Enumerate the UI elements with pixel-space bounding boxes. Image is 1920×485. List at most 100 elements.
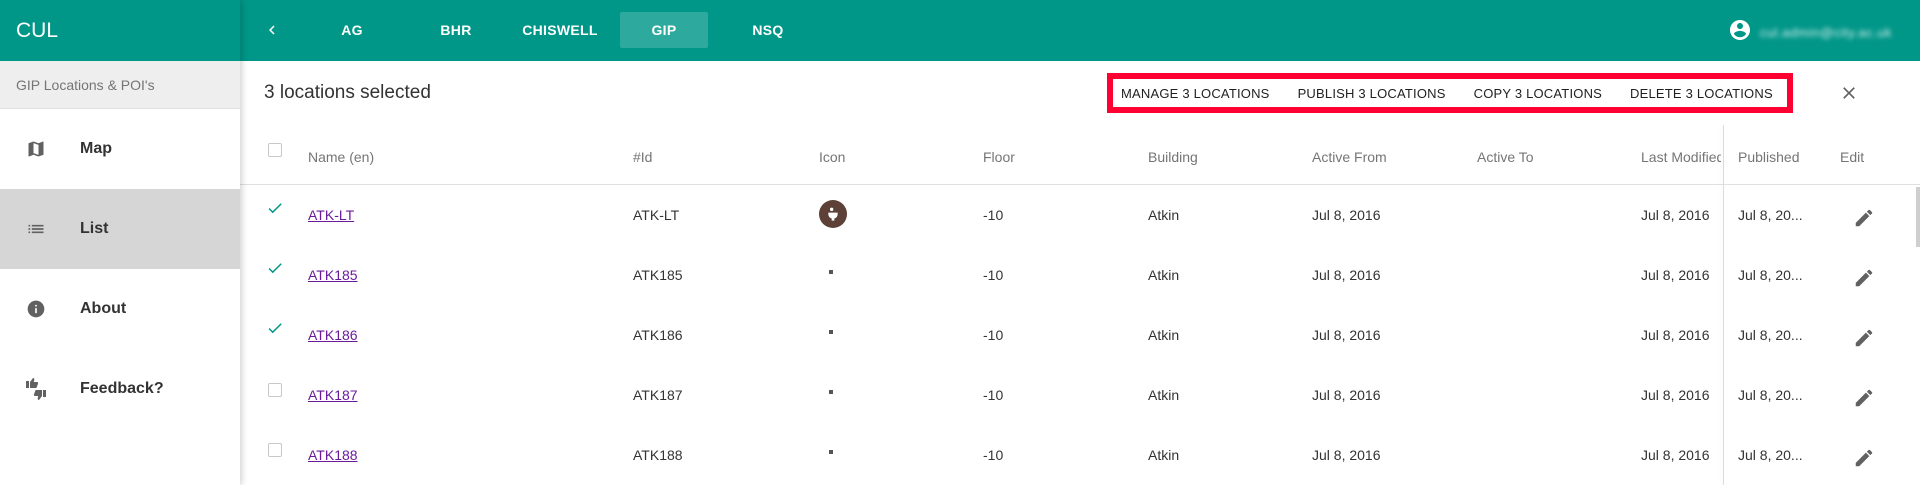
user-email: cul.admin@city.ac.uk	[1759, 25, 1892, 40]
row-checkbox[interactable]	[268, 443, 282, 457]
sidebar-subtitle: GIP Locations & POI's	[0, 61, 240, 109]
select-all-checkbox[interactable]	[268, 143, 282, 157]
selected-count: 3 locations selected	[264, 82, 431, 103]
site-tabs: AG BHR CHISWELL GIP NSQ	[308, 12, 828, 48]
location-id: ATK188	[633, 447, 683, 463]
location-building: Atkin	[1148, 207, 1180, 223]
location-building: Atkin	[1148, 267, 1180, 283]
sidebar-item-label: List	[80, 220, 109, 237]
list-icon	[24, 217, 48, 241]
column-header-id[interactable]: #Id	[633, 149, 652, 165]
location-published: Jul 8, 20...	[1738, 387, 1803, 403]
checked-icon[interactable]	[264, 259, 286, 277]
location-name-link[interactable]: ATK188	[308, 447, 358, 463]
location-building: Atkin	[1148, 327, 1180, 343]
location-name-link[interactable]: ATK186	[308, 327, 358, 343]
location-published: Jul 8, 20...	[1738, 267, 1803, 283]
sidebar-item-about[interactable]: About	[0, 269, 240, 349]
location-name-link[interactable]: ATK187	[308, 387, 358, 403]
sticky-column-divider	[1723, 125, 1724, 485]
tab-gip[interactable]: GIP	[620, 12, 708, 48]
copy-locations-button[interactable]: COPY 3 LOCATIONS	[1474, 86, 1602, 101]
publish-locations-button[interactable]: PUBLISH 3 LOCATIONS	[1298, 86, 1446, 101]
table-row[interactable]: ATK188 ATK188 -10 Atkin Jul 8, 2016 Jul …	[240, 425, 1920, 485]
location-building: Atkin	[1148, 387, 1180, 403]
location-id: ATK187	[633, 387, 683, 403]
table-row[interactable]: ATK187 ATK187 -10 Atkin Jul 8, 2016 Jul …	[240, 365, 1920, 425]
edit-pencil-icon[interactable]	[1853, 267, 1875, 289]
location-floor: -10	[983, 327, 1004, 343]
close-icon[interactable]	[1837, 81, 1861, 105]
sidebar-item-map[interactable]: Map	[0, 109, 240, 189]
location-last-modified: Jul 8, 2016	[1641, 207, 1710, 223]
sidebar-item-label: Map	[80, 140, 112, 157]
location-active-from: Jul 8, 2016	[1312, 267, 1381, 283]
table-row[interactable]: ATK-LT ATK-LT -10 Atkin Jul 8, 2016 Jul …	[240, 185, 1920, 245]
top-app-bar: AG BHR CHISWELL GIP NSQ cul.admin@city.a…	[240, 0, 1920, 61]
edit-pencil-icon[interactable]	[1853, 327, 1875, 349]
location-active-from: Jul 8, 2016	[1312, 447, 1381, 463]
location-active-from: Jul 8, 2016	[1312, 387, 1381, 403]
vertical-scrollbar[interactable]	[1916, 187, 1920, 247]
map-icon	[24, 137, 48, 161]
location-published: Jul 8, 20...	[1738, 447, 1803, 463]
sidebar: CUL GIP Locations & POI's Map List About…	[0, 0, 240, 485]
location-published: Jul 8, 20...	[1738, 207, 1803, 223]
column-header-active-to[interactable]: Active To	[1477, 149, 1534, 165]
location-last-modified: Jul 8, 2016	[1641, 327, 1710, 343]
column-header-edit: Edit	[1840, 149, 1865, 165]
column-header-icon[interactable]: Icon	[819, 149, 845, 165]
edit-pencil-icon[interactable]	[1853, 207, 1875, 229]
location-last-modified: Jul 8, 2016	[1641, 387, 1710, 403]
location-floor: -10	[983, 447, 1004, 463]
sidebar-item-feedback[interactable]: Feedback?	[0, 349, 240, 429]
thumbs-icon	[24, 377, 48, 401]
location-last-modified: Jul 8, 2016	[1641, 447, 1710, 463]
bulk-actions: MANAGE 3 LOCATIONS PUBLISH 3 LOCATIONS C…	[1107, 73, 1793, 113]
dot-icon	[829, 450, 833, 454]
account-circle-icon	[1728, 18, 1752, 47]
chevron-left-icon[interactable]	[260, 18, 284, 42]
locations-table: Name (en) #Id Icon Floor Building Active…	[240, 125, 1920, 485]
selection-toolbar: 3 locations selected MANAGE 3 LOCATIONS …	[240, 61, 1920, 125]
column-header-building[interactable]: Building	[1148, 149, 1198, 165]
location-active-from: Jul 8, 2016	[1312, 207, 1381, 223]
edit-pencil-icon[interactable]	[1853, 387, 1875, 409]
location-building: Atkin	[1148, 447, 1180, 463]
location-name-link[interactable]: ATK185	[308, 267, 358, 283]
location-floor: -10	[983, 207, 1004, 223]
checked-icon[interactable]	[264, 319, 286, 337]
column-header-floor[interactable]: Floor	[983, 149, 1015, 165]
tab-chiswell[interactable]: CHISWELL	[516, 12, 604, 48]
location-id: ATK-LT	[633, 207, 680, 223]
app-brand: CUL	[0, 0, 240, 61]
user-account[interactable]: cul.admin@city.ac.uk	[1728, 18, 1892, 47]
manage-locations-button[interactable]: MANAGE 3 LOCATIONS	[1121, 86, 1270, 101]
checked-icon[interactable]	[264, 199, 286, 217]
location-published: Jul 8, 20...	[1738, 327, 1803, 343]
tab-ag[interactable]: AG	[308, 12, 396, 48]
tab-nsq[interactable]: NSQ	[724, 12, 812, 48]
row-checkbox[interactable]	[268, 383, 282, 397]
table-header: Name (en) #Id Icon Floor Building Active…	[240, 125, 1920, 185]
location-floor: -10	[983, 267, 1004, 283]
dot-icon	[829, 390, 833, 394]
location-name-link[interactable]: ATK-LT	[308, 207, 354, 223]
tab-bhr[interactable]: BHR	[412, 12, 500, 48]
location-floor: -10	[983, 387, 1004, 403]
column-header-published[interactable]: Published	[1738, 149, 1800, 165]
table-row[interactable]: ATK186 ATK186 -10 Atkin Jul 8, 2016 Jul …	[240, 305, 1920, 365]
edit-pencil-icon[interactable]	[1853, 447, 1875, 469]
column-header-last-modified[interactable]: Last Modified	[1641, 149, 1721, 165]
dot-icon	[829, 330, 833, 334]
column-header-name[interactable]: Name (en)	[308, 149, 374, 165]
delete-locations-button[interactable]: DELETE 3 LOCATIONS	[1630, 86, 1773, 101]
location-last-modified: Jul 8, 2016	[1641, 267, 1710, 283]
table-row[interactable]: ATK185 ATK185 -10 Atkin Jul 8, 2016 Jul …	[240, 245, 1920, 305]
column-header-active-from[interactable]: Active From	[1312, 149, 1387, 165]
sidebar-item-list[interactable]: List	[0, 189, 240, 269]
toilet-icon	[819, 200, 847, 228]
sidebar-item-label: Feedback?	[80, 380, 164, 397]
dot-icon	[829, 270, 833, 274]
location-active-from: Jul 8, 2016	[1312, 327, 1381, 343]
